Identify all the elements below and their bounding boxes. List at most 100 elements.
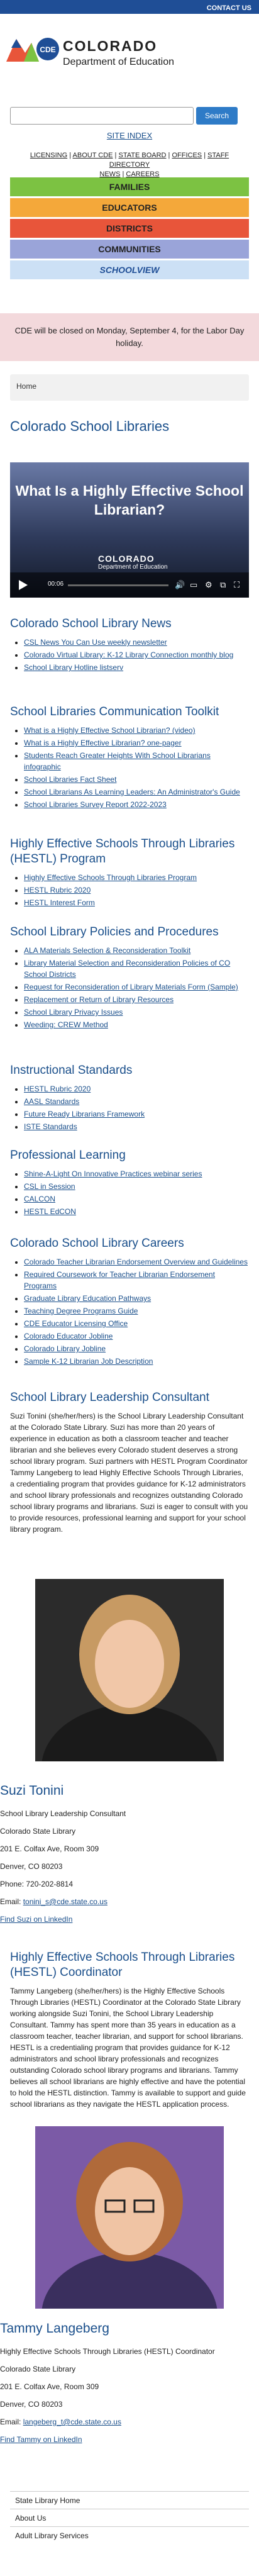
search-input[interactable] — [10, 107, 194, 125]
list-item: Replacement or Return of Library Resourc… — [24, 994, 249, 1005]
resource-link[interactable]: HESTL Rubric 2020 — [24, 886, 91, 895]
list-item: AASL Standards — [24, 1096, 249, 1107]
section-toolkit: School Libraries Communication Toolkit W… — [10, 705, 249, 811]
consultant-linkedin-link[interactable]: Find Suzi on LinkedIn — [0, 1915, 72, 1924]
list-item: HESTL EdCON — [24, 1206, 249, 1217]
resource-link[interactable]: Required Coursework for Teacher Libraria… — [24, 1270, 215, 1290]
list-item: Colorado Library Jobline — [24, 1343, 249, 1354]
consultant-address: 201 E. Colfax Ave, Room 309 — [0, 1844, 99, 1853]
main-nav: FAMILIES EDUCATORS DISTRICTS COMMUNITIES… — [10, 177, 249, 281]
page-title: Colorado School Libraries — [10, 418, 170, 434]
section-standards: Instructional Standards HESTL Rubric 202… — [10, 1063, 249, 1134]
email-label: Email: — [0, 1897, 21, 1906]
video-progress-bar[interactable] — [68, 584, 168, 586]
site-index-link[interactable]: SITE INDEX — [107, 131, 152, 140]
link-list: CSL News You Can Use weekly newsletter Co… — [10, 637, 249, 673]
consultant-email-link[interactable]: tonini_s@cde.state.co.us — [23, 1897, 107, 1906]
about-cde-link[interactable]: ABOUT CDE — [73, 152, 113, 159]
resource-link[interactable]: Colorado Educator Jobline — [24, 1332, 113, 1341]
resource-link[interactable]: School Libraries Survey Report 2022-2023 — [24, 800, 167, 809]
resource-link[interactable]: HESTL Rubric 2020 — [24, 1084, 91, 1093]
pip-icon[interactable]: ⧉ — [220, 580, 226, 590]
resource-link[interactable]: CSL News You Can Use weekly newsletter — [24, 638, 167, 647]
search-button[interactable]: Search — [196, 107, 238, 125]
section-heading: Colorado School Library News — [10, 617, 172, 630]
resource-link[interactable]: Sample K-12 Librarian Job Description — [24, 1357, 153, 1366]
video-player[interactable]: What Is a Highly Effective School Librar… — [10, 462, 249, 598]
resource-link[interactable]: CDE Educator Licensing Office — [24, 1319, 128, 1328]
offices-link[interactable]: OFFICES — [172, 152, 202, 159]
resource-link[interactable]: CSL in Session — [24, 1182, 75, 1191]
site-header: CDE COLORADO Department of Education — [0, 14, 259, 70]
footer-adult-library-services-link[interactable]: Adult Library Services — [15, 2531, 89, 2540]
list-item: Teaching Degree Programs Guide — [24, 1305, 249, 1317]
resource-link[interactable]: Future Ready Librarians Framework — [24, 1110, 145, 1118]
nav-educators[interactable]: EDUCATORS — [10, 198, 249, 217]
volume-icon[interactable]: 🔊 — [175, 580, 185, 590]
resource-link[interactable]: Colorado Virtual Library: K-12 Library C… — [24, 650, 233, 659]
footer-nav: State Library Home About Us Adult Librar… — [10, 2491, 249, 2544]
section-heading: School Library Policies and Procedures — [10, 925, 219, 939]
search-bar: Search — [10, 107, 238, 126]
resource-link[interactable]: ISTE Standards — [24, 1122, 77, 1131]
coordinator-bio: Tammy Langeberg (she/her/hers) is the Hi… — [10, 1987, 246, 2109]
resource-link[interactable]: Shine-A-Light On Innovative Practices we… — [24, 1169, 202, 1178]
breadcrumb-home-link[interactable]: Home — [16, 382, 36, 391]
list-item: Students Reach Greater Heights With Scho… — [24, 750, 249, 772]
list-item: HESTL Rubric 2020 — [24, 884, 249, 896]
list-item: What is a Highly Effective School Librar… — [24, 725, 249, 736]
resource-link[interactable]: What is a Highly Effective School Librar… — [24, 726, 196, 735]
coordinator-linkedin-link[interactable]: Find Tammy on LinkedIn — [0, 2435, 82, 2444]
nav-families[interactable]: FAMILIES — [10, 177, 249, 196]
resource-link[interactable]: ALA Materials Selection & Reconsideratio… — [24, 946, 190, 955]
resource-link[interactable]: Replacement or Return of Library Resourc… — [24, 995, 174, 1004]
captions-icon[interactable]: ▭ — [190, 580, 197, 590]
resource-link[interactable]: Library Material Selection and Reconside… — [24, 959, 230, 979]
state-board-link[interactable]: STATE BOARD — [118, 152, 166, 159]
coordinator-email-link[interactable]: langeberg_t@cde.state.co.us — [23, 2417, 121, 2426]
footer-item: About Us — [10, 2509, 249, 2526]
resource-link[interactable]: Graduate Library Education Pathways — [24, 1294, 151, 1303]
resource-link[interactable]: Request for Reconsideration of Library M… — [24, 983, 238, 991]
resource-link[interactable]: HESTL EdCON — [24, 1207, 76, 1216]
resource-link[interactable]: Colorado Library Jobline — [24, 1344, 106, 1353]
resource-link[interactable]: CALCON — [24, 1195, 55, 1203]
resource-link[interactable]: Weeding: CREW Method — [24, 1020, 108, 1029]
resource-link[interactable]: AASL Standards — [24, 1097, 79, 1106]
nav-communities[interactable]: COMMUNITIES — [10, 240, 249, 259]
resource-link[interactable]: School Library Privacy Issues — [24, 1008, 123, 1017]
resource-link[interactable]: School Library Hotline listserv — [24, 663, 123, 672]
breadcrumb: Home — [10, 374, 249, 401]
resource-link[interactable]: School Libraries Fact Sheet — [24, 775, 116, 784]
nav-districts[interactable]: DISTRICTS — [10, 219, 249, 238]
settings-icon[interactable]: ⚙ — [205, 580, 212, 590]
list-item: Highly Effective Schools Through Librari… — [24, 872, 249, 883]
coordinator-org: Colorado State Library — [0, 2365, 76, 2373]
list-item: Weeding: CREW Method — [24, 1019, 249, 1030]
resource-link[interactable]: Highly Effective Schools Through Librari… — [24, 873, 197, 882]
link-list: ALA Materials Selection & Reconsideratio… — [10, 945, 249, 1030]
resource-link[interactable]: Colorado Teacher Librarian Endorsement O… — [24, 1257, 248, 1266]
coordinator-contact: Tammy Langeberg Highly Effective Schools… — [0, 2321, 259, 2448]
consultant-contact: Suzi Tonini School Library Leadership Co… — [0, 1783, 259, 1928]
footer-state-library-home-link[interactable]: State Library Home — [15, 2496, 80, 2505]
nav-schoolview[interactable]: SCHOOLVIEW — [10, 260, 249, 279]
resource-link[interactable]: Students Reach Greater Heights With Scho… — [24, 751, 211, 771]
footer-about-us-link[interactable]: About Us — [15, 2514, 46, 2523]
resource-link[interactable]: School Librarians As Learning Leaders: A… — [24, 788, 240, 796]
top-utility-bar: CONTACT US — [0, 0, 259, 14]
resource-link[interactable]: HESTL Interest Form — [24, 898, 95, 907]
coordinator-email-line: Email: langeberg_t@cde.state.co.us — [0, 2413, 259, 2431]
contact-us-link[interactable]: CONTACT US — [207, 4, 251, 12]
section-heading: Highly Effective Schools Through Librari… — [10, 837, 235, 866]
list-item: CALCON — [24, 1193, 249, 1205]
play-icon[interactable] — [15, 577, 30, 593]
footer-item: Adult Library Services — [10, 2526, 249, 2544]
section-policies: School Library Policies and Procedures A… — [10, 925, 249, 1032]
resource-link[interactable]: Teaching Degree Programs Guide — [24, 1307, 138, 1315]
resource-link[interactable]: What is a Highly Effective Librarian? on… — [24, 739, 182, 747]
colorado-logo-icon[interactable]: CDE — [6, 34, 60, 64]
licensing-link[interactable]: LICENSING — [30, 152, 67, 159]
fullscreen-icon[interactable]: ⛶ — [234, 580, 240, 590]
section-heading: Colorado School Library Careers — [10, 1237, 184, 1250]
